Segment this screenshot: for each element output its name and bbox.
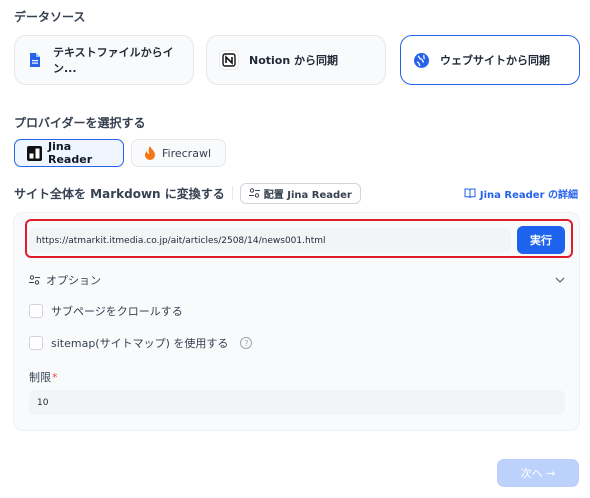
detail-link-label: Jina Reader の詳細 <box>479 189 578 201</box>
source-card-label: Notion から同期 <box>249 54 339 67</box>
provider-firecrawl-button[interactable]: Firecrawl <box>131 139 226 167</box>
sitemap-checkbox[interactable] <box>29 336 43 350</box>
provider-jina-reader-button[interactable]: Jina Reader <box>14 139 124 167</box>
settings-sliders-icon <box>248 188 260 198</box>
book-icon <box>464 188 476 199</box>
sitemap-label: sitemap(サイトマップ) を使用する <box>51 337 229 350</box>
options-label: オプション <box>46 274 101 287</box>
file-icon <box>27 52 43 68</box>
jina-logo-icon <box>27 145 42 161</box>
flame-icon <box>144 146 156 160</box>
provider-label-text: Jina Reader <box>48 140 93 166</box>
url-input[interactable] <box>29 228 511 253</box>
source-card-label: ウェブサイトから同期 <box>440 54 550 67</box>
config-jina-reader-button[interactable]: 配置 Jina Reader <box>239 182 361 204</box>
convert-header: サイト全体を Markdown に変換する 配置 Jina Reader Jin… <box>14 182 578 204</box>
divider <box>231 186 233 200</box>
config-button-label: 配置 Jina Reader <box>263 189 352 201</box>
required-mark: * <box>52 371 58 384</box>
crawl-subpages-checkbox[interactable] <box>29 304 43 318</box>
crawl-subpages-option: サブページをクロールする <box>29 303 183 319</box>
settings-sliders-icon <box>29 275 40 285</box>
source-card-website[interactable]: ウェブサイトから同期 <box>400 35 580 85</box>
source-card-label: テキストファイルからイン... <box>53 46 174 75</box>
sitemap-option: sitemap(サイトマップ) を使用する ? <box>29 335 253 351</box>
jina-reader-detail-link[interactable]: Jina Reader の詳細 <box>464 186 578 201</box>
provider-label-text: Firecrawl <box>162 146 211 160</box>
limit-label: 制限* <box>29 369 58 385</box>
help-icon[interactable]: ? <box>240 337 253 349</box>
run-button[interactable]: 実行 <box>517 226 565 254</box>
source-card-notion[interactable]: Notion から同期 <box>206 35 386 85</box>
crawl-subpages-label: サブページをクロールする <box>51 305 183 318</box>
convert-title: サイト全体を Markdown に変換する <box>14 186 225 201</box>
data-source-label: データソース <box>14 10 86 24</box>
limit-input[interactable] <box>29 390 565 415</box>
provider-label: プロバイダーを選択する <box>14 116 146 130</box>
source-card-text-file[interactable]: テキストファイルからイン... <box>14 35 194 85</box>
next-button[interactable]: 次へ → <box>497 459 579 487</box>
options-toggle[interactable]: オプション <box>29 270 565 290</box>
notion-icon <box>219 50 239 70</box>
limit-label-text: 制限 <box>29 371 51 384</box>
globe-icon <box>413 52 430 69</box>
chevron-down-icon <box>555 277 565 283</box>
